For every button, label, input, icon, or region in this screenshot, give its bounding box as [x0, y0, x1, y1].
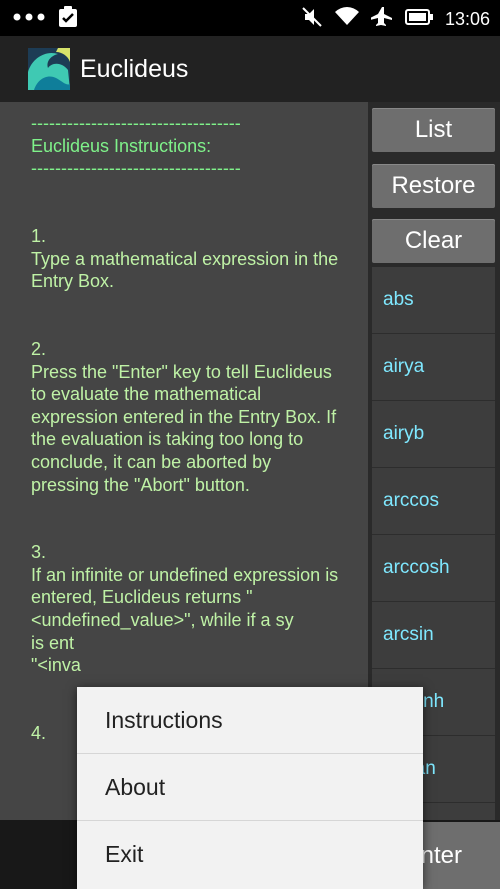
clipboard-check-icon: [58, 6, 78, 33]
function-item[interactable]: airya: [372, 334, 495, 401]
divider-bottom: -----------------------------------: [31, 158, 241, 179]
clock-time: 13:06: [444, 9, 490, 29]
function-item[interactable]: airyb: [372, 401, 495, 468]
instructions-text: ----------------------------------- Eucl…: [31, 112, 341, 745]
menu-item-exit[interactable]: Exit: [77, 821, 423, 888]
menu-item-about[interactable]: About: [77, 754, 423, 821]
overflow-menu: Instructions About Exit: [77, 687, 423, 889]
restore-button[interactable]: Restore: [372, 164, 495, 208]
wave-icon: [28, 48, 70, 90]
divider-top: -----------------------------------: [31, 113, 241, 133]
menu-item-instructions[interactable]: Instructions: [77, 687, 423, 754]
function-item[interactable]: abs: [372, 267, 495, 334]
more-dots-icon: [12, 7, 46, 32]
function-item[interactable]: arccos: [372, 468, 495, 535]
clear-button[interactable]: Clear: [372, 219, 495, 263]
battery-icon: [404, 9, 433, 30]
instructions-heading: Euclideus Instructions:: [31, 135, 212, 156]
function-item[interactable]: arcsin: [372, 602, 495, 669]
function-item[interactable]: arccosh: [372, 535, 495, 602]
list-button[interactable]: List: [372, 108, 495, 152]
action-bar: Euclideus: [0, 36, 500, 102]
app-title: Euclideus: [80, 55, 189, 83]
mute-icon: [301, 6, 323, 33]
status-bar: 13:06: [0, 0, 500, 36]
instructions-body: 1. Type a mathematical expression in the…: [31, 225, 339, 744]
wifi-icon: [334, 7, 359, 32]
airplane-icon: [369, 6, 393, 33]
